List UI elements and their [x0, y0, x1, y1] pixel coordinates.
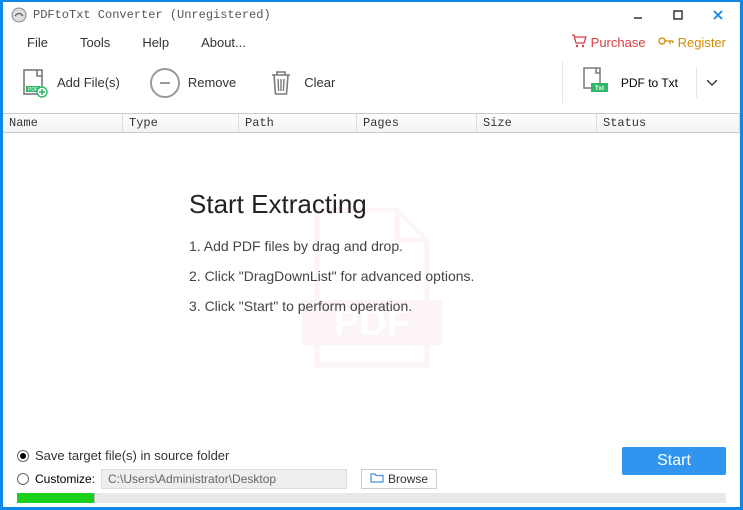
- table-header: Name Type Path Pages Size Status: [3, 113, 740, 133]
- progress-bar: [17, 493, 726, 503]
- progress-fill: [17, 493, 95, 503]
- svg-text:Txt: Txt: [595, 86, 604, 92]
- register-link[interactable]: Register: [658, 34, 726, 51]
- register-label: Register: [678, 35, 726, 50]
- instruction-step-1: 1. Add PDF files by drag and drop.: [189, 238, 474, 254]
- menu-help[interactable]: Help: [132, 31, 179, 54]
- convert-mode-dropdown[interactable]: [696, 68, 726, 98]
- purchase-link[interactable]: Purchase: [571, 34, 646, 51]
- add-files-button[interactable]: PDF Add File(s): [17, 66, 126, 100]
- column-name[interactable]: Name: [3, 114, 123, 132]
- menu-file[interactable]: File: [17, 31, 58, 54]
- instructions-heading: Start Extracting: [189, 189, 474, 220]
- folder-icon: [370, 472, 384, 486]
- start-button[interactable]: Start: [622, 447, 726, 475]
- key-icon: [658, 34, 674, 51]
- purchase-label: Purchase: [591, 35, 646, 50]
- column-type[interactable]: Type: [123, 114, 239, 132]
- titlebar: PDFtoTxt Converter (Unregistered): [3, 2, 740, 28]
- bottom-panel: Save target file(s) in source folder Cus…: [3, 442, 740, 507]
- browse-label: Browse: [388, 472, 428, 486]
- clear-button[interactable]: Clear: [264, 66, 341, 100]
- clear-label: Clear: [304, 75, 335, 90]
- file-list-area[interactable]: PDF Start Extracting 1. Add PDF files by…: [3, 133, 740, 442]
- column-pages[interactable]: Pages: [357, 114, 477, 132]
- save-in-source-radio[interactable]: [17, 450, 29, 462]
- column-size[interactable]: Size: [477, 114, 597, 132]
- app-icon: [11, 7, 27, 23]
- pdf-to-txt-icon: Txt: [581, 66, 611, 99]
- column-status[interactable]: Status: [597, 114, 740, 132]
- add-files-label: Add File(s): [57, 75, 120, 90]
- customize-label: Customize:: [35, 472, 95, 486]
- trash-icon: [266, 68, 296, 98]
- minimize-button[interactable]: [618, 3, 658, 27]
- customize-radio[interactable]: [17, 473, 29, 485]
- toolbar: PDF Add File(s) Remove Clear Txt PDF to …: [3, 56, 740, 113]
- cart-icon: [571, 34, 587, 51]
- save-in-source-label: Save target file(s) in source folder: [35, 448, 229, 463]
- close-button[interactable]: [698, 3, 738, 27]
- convert-mode-button[interactable]: Txt PDF to Txt: [573, 62, 686, 103]
- remove-icon: [150, 68, 180, 98]
- menu-tools[interactable]: Tools: [70, 31, 120, 54]
- menu-about[interactable]: About...: [191, 31, 256, 54]
- chevron-down-icon: [707, 80, 717, 86]
- remove-label: Remove: [188, 75, 236, 90]
- output-path-input[interactable]: C:\Users\Administrator\Desktop: [101, 469, 347, 489]
- add-file-icon: PDF: [19, 68, 49, 98]
- column-path[interactable]: Path: [239, 114, 357, 132]
- remove-button[interactable]: Remove: [148, 66, 242, 100]
- menubar: File Tools Help About... Purchase Regist…: [3, 28, 740, 56]
- instruction-step-2: 2. Click "DragDownList" for advanced opt…: [189, 268, 474, 284]
- instruction-step-3: 3. Click "Start" to perform operation.: [189, 298, 474, 314]
- browse-button[interactable]: Browse: [361, 469, 437, 489]
- maximize-button[interactable]: [658, 3, 698, 27]
- window-title: PDFtoTxt Converter (Unregistered): [33, 8, 271, 22]
- convert-mode-label: PDF to Txt: [621, 76, 678, 90]
- instructions: Start Extracting 1. Add PDF files by dra…: [189, 189, 474, 328]
